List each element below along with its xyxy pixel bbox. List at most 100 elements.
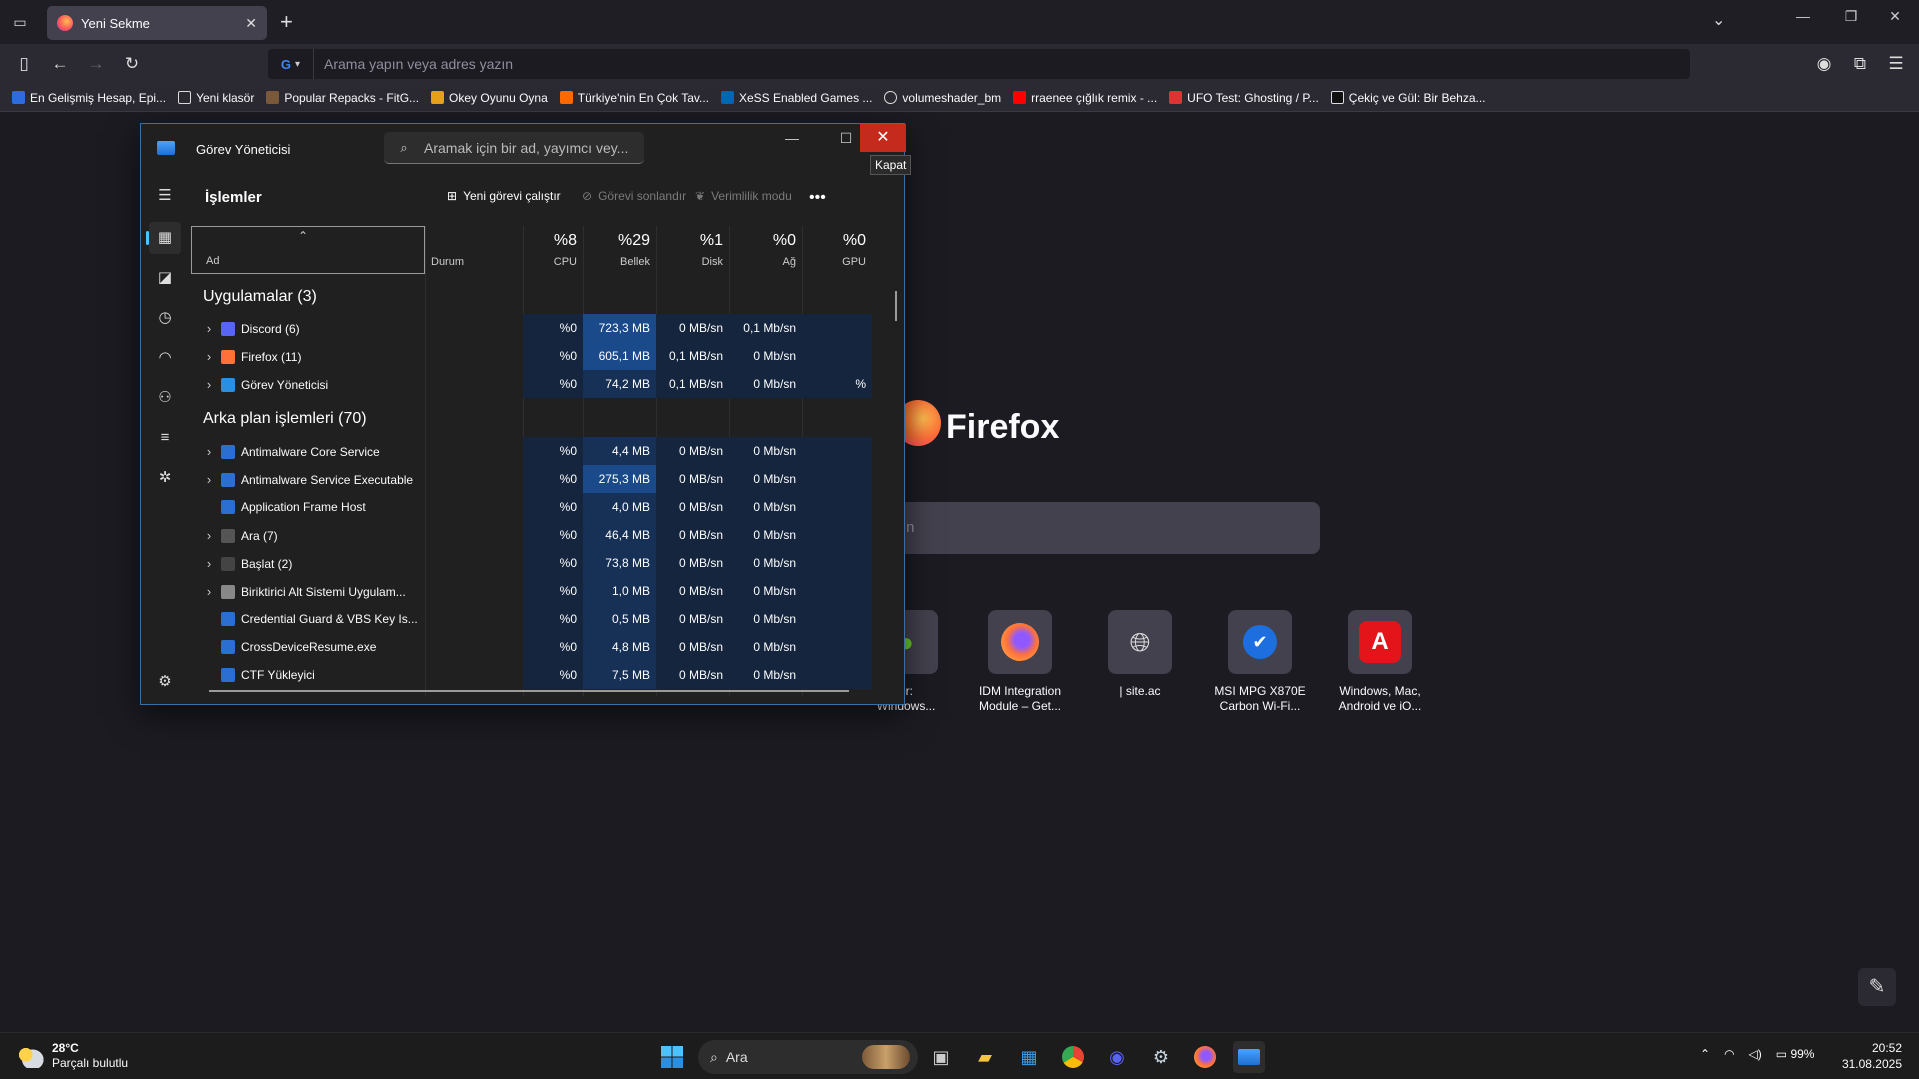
close-tab-icon[interactable]: ✕ [245, 15, 257, 32]
chevron-right-icon[interactable]: › [203, 528, 215, 543]
tab-list-icon[interactable]: ▭ [8, 10, 32, 34]
details-icon[interactable]: ≡ [149, 422, 181, 454]
chevron-right-icon[interactable]: › [203, 377, 215, 392]
task-manager-taskbar-icon[interactable] [1233, 1041, 1265, 1073]
chevron-right-icon[interactable]: › [203, 321, 215, 336]
column-header-memory[interactable]: %29 Bellek [583, 226, 656, 274]
task-manager-icon [157, 141, 175, 155]
steam-icon[interactable]: ⚙ [1145, 1041, 1177, 1073]
table-row[interactable]: Application Frame Host %0 4,0 MB 0 MB/sn 0 M… [189, 493, 891, 521]
shortcut-tile[interactable]: ✔ MSI MPG X870E Carbon Wi-Fi... [1208, 610, 1312, 714]
column-header-status[interactable]: Durum [425, 226, 523, 274]
discord-icon[interactable]: ◉ [1101, 1041, 1133, 1073]
bookmark-item[interactable]: UFO Test: Ghosting / P... [1169, 91, 1319, 105]
column-header-cpu[interactable]: %8 CPU [523, 226, 583, 274]
extensions-icon[interactable]: ⧉ [1848, 52, 1872, 76]
newtab-search-input[interactable]: ın [860, 502, 1320, 554]
processes-icon[interactable]: ▦ [146, 222, 181, 254]
vertical-scrollbar[interactable] [895, 291, 897, 321]
performance-icon[interactable]: ◪ [149, 262, 181, 294]
bookmark-item[interactable]: volumeshader_bm [884, 91, 1001, 105]
reload-button[interactable]: ↻ [120, 52, 144, 76]
table-row[interactable]: › Başlat (2) %0 73,8 MB 0 MB/sn 0 Mb/sn [189, 549, 891, 577]
start-windows-icon[interactable] [656, 1041, 688, 1073]
firefox-icon[interactable] [1189, 1041, 1221, 1073]
search-engine-icon[interactable]: G ▾ [268, 49, 314, 79]
volume-icon[interactable]: ◁) [1749, 1047, 1762, 1061]
table-row[interactable]: › Ara (7) %0 46,4 MB 0 MB/sn 0 Mb/sn [189, 521, 891, 549]
account-icon[interactable]: ◉ [1812, 52, 1836, 76]
battery-icon[interactable]: ▭ 99% [1776, 1047, 1815, 1061]
chevron-right-icon[interactable]: › [203, 584, 215, 599]
shortcut-tile[interactable]: IDM Integration Module – Get... [968, 610, 1072, 714]
minimize-window-button[interactable]: — [1788, 8, 1818, 24]
shortcut-tile[interactable]: A Windows, Mac, Android ve iO... [1328, 610, 1432, 714]
cell-disk: 0 MB/sn [656, 437, 729, 465]
chevron-right-icon[interactable]: › [203, 556, 215, 571]
chevron-right-icon[interactable]: › [203, 349, 215, 364]
more-options-icon[interactable]: ••• [809, 189, 826, 207]
close-window-button[interactable]: ✕ [1880, 8, 1910, 25]
bookmark-item[interactable]: Popular Repacks - FitG... [266, 91, 419, 105]
users-icon[interactable]: ⚇ [149, 382, 181, 414]
forward-button[interactable]: → [84, 52, 108, 76]
pencil-icon[interactable]: ✎ [1858, 968, 1896, 1006]
table-row[interactable]: › Firefox (11) %0 605,1 MB 0,1 MB/sn 0 Mb/sn [189, 342, 891, 370]
menu-icon[interactable]: ☰ [1884, 52, 1908, 76]
chevron-right-icon[interactable]: › [203, 444, 215, 459]
clock[interactable]: 20:52 31.08.2025 [1840, 1040, 1902, 1072]
table-row[interactable]: › Biriktirici Alt Sistemi Uygulam... %0 1,0… [189, 577, 891, 605]
tab-new-tab[interactable]: Yeni Sekme ✕ [47, 6, 267, 40]
column-header-gpu[interactable]: %0 GPU [802, 226, 872, 274]
weather-widget[interactable]: 28°C Parçalı bulutlu [16, 1041, 128, 1071]
table-row[interactable]: CTF Yükleyici %0 7,5 MB 0 MB/sn 0 Mb/sn [189, 661, 891, 689]
sidebar-toggle-icon[interactable]: ▯ [12, 52, 36, 76]
process-search-input[interactable]: ⌕ Aramak için bir ad, yayımcı vey... [384, 132, 644, 164]
minimize-button[interactable]: — [777, 130, 807, 146]
bookmark-item[interactable]: XeSS Enabled Games ... [721, 91, 872, 105]
microsoft-store-icon[interactable]: ▦ [1013, 1041, 1045, 1073]
table-row[interactable]: Credential Guard & VBS Key Is... %0 0,5 MB… [189, 605, 891, 633]
task-manager-titlebar[interactable]: Görev Yöneticisi ⌕ Aramak için bir ad, y… [141, 124, 906, 174]
file-explorer-icon[interactable]: ▰ [969, 1041, 1001, 1073]
back-button[interactable]: ← [48, 52, 72, 76]
column-header-network[interactable]: %0 Ağ [729, 226, 802, 274]
url-input[interactable] [324, 56, 1624, 72]
bookmark-folder[interactable]: Yeni klasör [178, 91, 254, 105]
bookmark-item[interactable]: Okey Oyunu Oyna [431, 91, 548, 105]
url-bar[interactable]: G ▾ [268, 49, 1690, 79]
table-row[interactable]: › Antimalware Core Service %0 4,4 MB 0 MB/sn… [189, 437, 891, 465]
bookmark-item[interactable]: rraenee çığlık remix - ... [1013, 91, 1157, 105]
settings-gear-icon[interactable]: ⚙ [149, 666, 181, 698]
table-row[interactable]: › Görev Yöneticisi %0 74,2 MB 0,1 MB/sn 0 Mb/… [189, 370, 891, 398]
column-header-name[interactable]: ⌃ Ad [191, 226, 425, 274]
table-row[interactable]: › Antimalware Service Executable %0 275,3 M… [189, 465, 891, 493]
bookmark-item[interactable]: En Gelişmiş Hesap, Epi... [12, 91, 166, 105]
chevron-right-icon[interactable]: › [203, 472, 215, 487]
wifi-icon[interactable]: ◠ [1724, 1047, 1734, 1061]
services-icon[interactable]: ✲ [149, 462, 181, 494]
hamburger-icon[interactable]: ☰ [149, 180, 181, 212]
run-new-task-button[interactable]: ⊞ Yeni görevi çalıştır [447, 189, 561, 203]
table-row[interactable]: CrossDeviceResume.exe %0 4,8 MB 0 MB/sn 0 Mb… [189, 633, 891, 661]
task-view-icon[interactable]: ▣ [925, 1041, 957, 1073]
close-button[interactable]: ✕ [860, 124, 906, 152]
chevron-up-icon[interactable]: ⌃ [1700, 1047, 1710, 1061]
column-header-disk[interactable]: %1 Disk [656, 226, 729, 274]
end-task-button[interactable]: ⊘ Görevi sonlandır [582, 189, 686, 203]
bookmark-item[interactable]: Türkiye'nin En Çok Tav... [559, 91, 709, 105]
table-row[interactable]: › Discord (6) %0 723,3 MB 0 MB/sn 0,1 Mb/sn [189, 314, 891, 342]
efficiency-mode-button[interactable]: ❦ Verimlilik modu [695, 189, 792, 203]
maximize-button[interactable]: ☐ [831, 130, 861, 147]
shortcut-tile[interactable]: 🌐︎ | site.ac [1088, 610, 1192, 699]
app-history-icon[interactable]: ◷ [149, 302, 181, 334]
restore-window-button[interactable]: ❐ [1836, 8, 1866, 25]
chevron-down-icon[interactable]: ⌄ [1712, 10, 1725, 30]
taskbar-search[interactable]: ⌕ Ara [698, 1040, 918, 1074]
bookmark-item[interactable]: Çekiç ve Gül: Bir Behza... [1330, 91, 1486, 105]
chrome-icon[interactable] [1057, 1041, 1089, 1073]
cell-mem: 46,4 MB [583, 521, 656, 549]
horizontal-scrollbar[interactable] [209, 690, 849, 692]
new-tab-button[interactable]: + [280, 10, 293, 34]
startup-apps-icon[interactable]: ◠ [149, 342, 181, 374]
